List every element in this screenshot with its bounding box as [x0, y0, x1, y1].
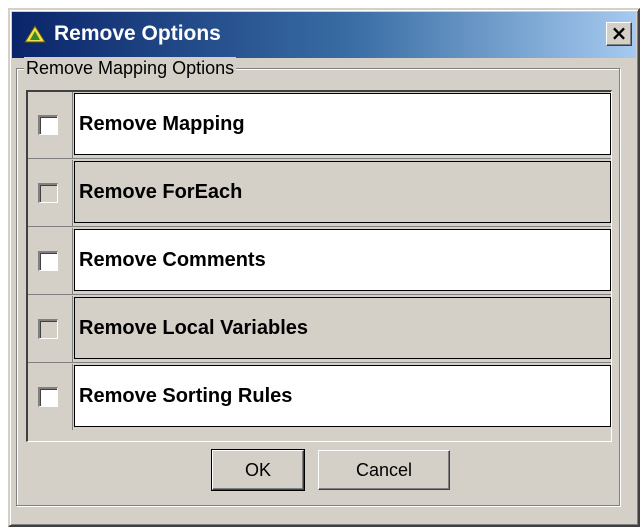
checkbox-cell	[28, 92, 73, 158]
option-label[interactable]: Remove Comments	[74, 229, 611, 291]
group-label: Remove Mapping Options	[24, 57, 237, 79]
checkbox-cell	[28, 160, 73, 226]
checkbox-cell	[28, 364, 73, 430]
remove-comments-checkbox[interactable]	[38, 251, 58, 271]
remove-foreach-checkbox[interactable]	[38, 183, 58, 203]
close-button[interactable]: ×	[606, 22, 632, 46]
option-row-remove-mapping: Remove Mapping	[28, 92, 612, 158]
row-divider	[28, 362, 611, 363]
option-row-remove-comments: Remove Comments	[28, 228, 612, 294]
checkbox-cell	[28, 296, 73, 362]
option-label[interactable]: Remove Local Variables	[74, 297, 611, 359]
options-list: Remove Mapping Remove ForEach Remove Com…	[26, 90, 612, 442]
row-divider	[28, 294, 611, 295]
option-label[interactable]: Remove Mapping	[74, 93, 611, 155]
title-bar[interactable]: Remove Options ×	[12, 12, 636, 58]
remove-mapping-checkbox[interactable]	[38, 115, 58, 135]
checkbox-cell	[28, 228, 73, 294]
option-row-remove-foreach: Remove ForEach	[28, 160, 612, 226]
cancel-button[interactable]: Cancel	[318, 450, 450, 490]
dialog-title: Remove Options	[54, 22, 221, 45]
remove-options-dialog: Remove Options × Remove Mapping Options …	[8, 8, 640, 527]
option-row-remove-sorting-rules: Remove Sorting Rules	[28, 364, 612, 430]
remove-sorting-rules-checkbox[interactable]	[38, 387, 58, 407]
option-label[interactable]: Remove ForEach	[74, 161, 611, 223]
row-divider	[28, 158, 611, 159]
option-label[interactable]: Remove Sorting Rules	[74, 365, 611, 427]
remove-local-variables-checkbox[interactable]	[38, 319, 58, 339]
app-logo-icon	[24, 25, 46, 43]
row-divider	[28, 226, 611, 227]
option-row-remove-local-variables: Remove Local Variables	[28, 296, 612, 362]
ok-button[interactable]: OK	[211, 449, 305, 491]
